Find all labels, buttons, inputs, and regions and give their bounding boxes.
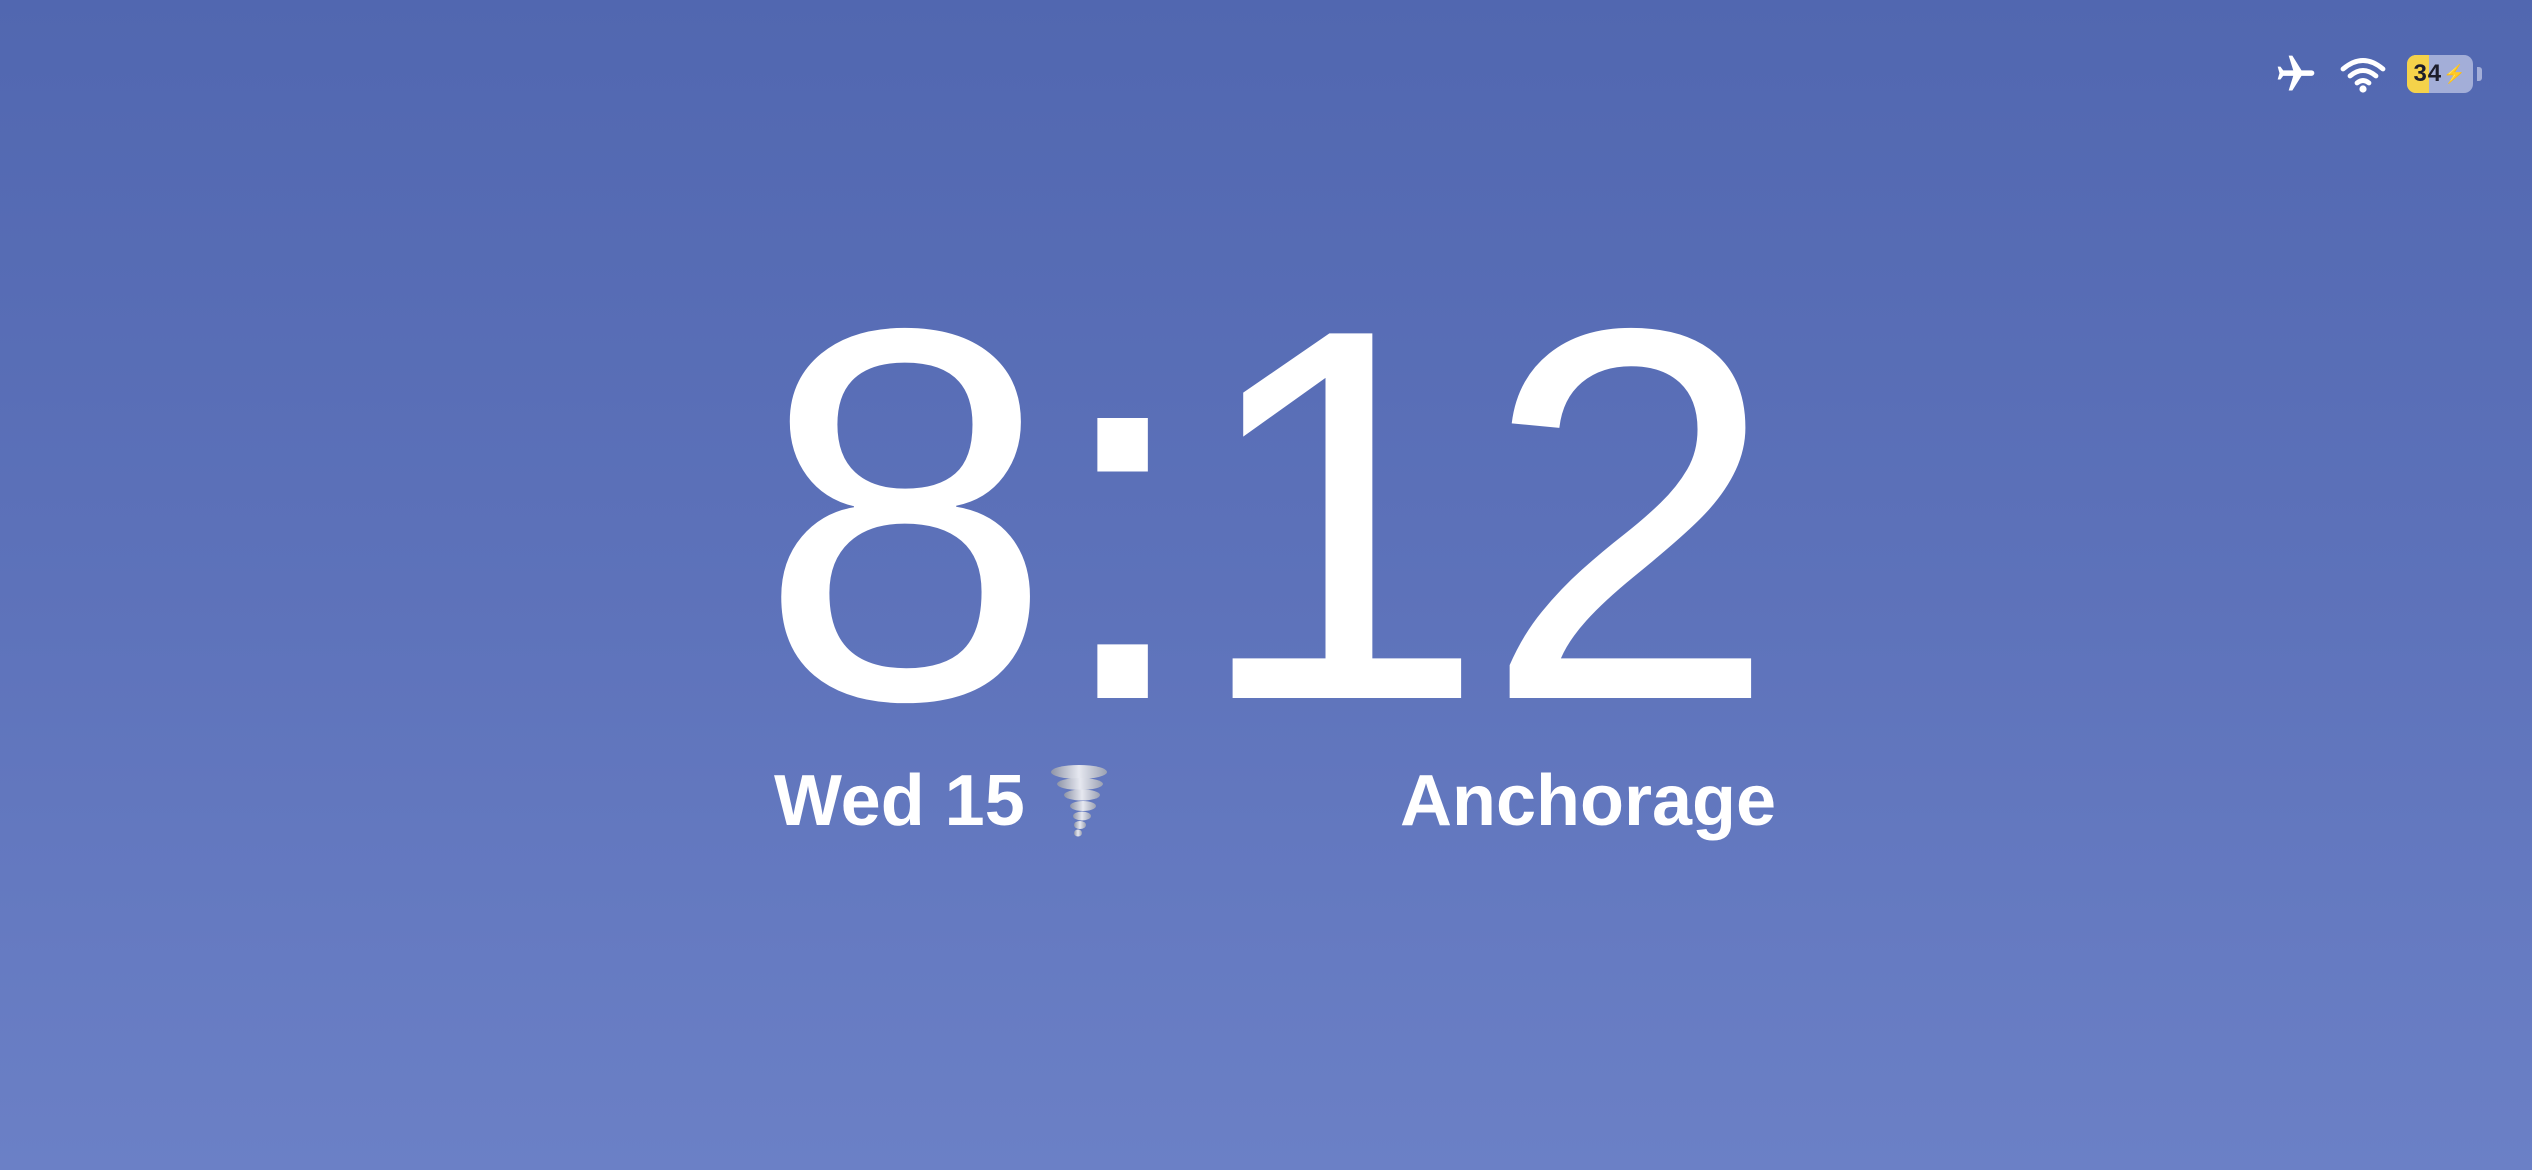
tornado-icon bbox=[1047, 764, 1111, 838]
battery-percentage: 34 bbox=[2413, 60, 2443, 87]
battery-indicator: 34 ⚡ bbox=[2407, 55, 2473, 93]
date-label: Wed 15 bbox=[774, 761, 1025, 841]
airplane-icon bbox=[2273, 52, 2319, 96]
world-clock-location: Anchorage bbox=[1400, 761, 1777, 841]
battery-cap bbox=[2477, 67, 2482, 81]
date-widget: Wed 15 bbox=[774, 760, 1111, 842]
wifi-icon bbox=[2339, 54, 2387, 94]
charging-bolt-icon: ⚡ bbox=[2443, 63, 2467, 84]
lock-screen-clock: 8:12 bbox=[758, 219, 1778, 811]
status-bar: 34 ⚡ bbox=[2273, 50, 2482, 98]
